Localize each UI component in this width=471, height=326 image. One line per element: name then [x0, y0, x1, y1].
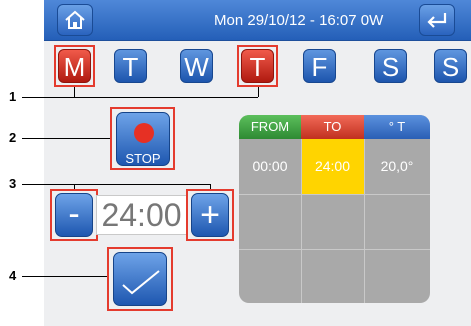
cell-to-2[interactable] [301, 249, 364, 303]
callout-line-1 [22, 97, 258, 98]
callout-number-3: 3 [9, 176, 17, 191]
cell-from-1[interactable] [239, 194, 301, 249]
cell-temp-1[interactable] [364, 194, 430, 249]
cell-temp-0[interactable]: 20,0° [364, 139, 430, 194]
day-button-sunday[interactable]: S [434, 49, 467, 83]
back-button[interactable] [419, 4, 455, 36]
checkmark-icon [122, 270, 160, 295]
cell-to-0[interactable]: 24:00 [301, 139, 364, 194]
home-button[interactable] [57, 4, 93, 36]
status-bar: Mon 29/10/12 - 16:07 0W [44, 0, 471, 41]
day-button-wednesday[interactable]: W [180, 49, 213, 83]
callout-number-1: 1 [9, 89, 17, 104]
callout-connector-1a [74, 87, 75, 97]
header-to: TO [301, 115, 364, 139]
grid-divider [301, 139, 302, 303]
stop-label: STOP [125, 151, 161, 166]
callout-line-3 [22, 184, 210, 185]
minus-button[interactable]: - [55, 193, 93, 237]
grid-divider [364, 139, 365, 303]
day-button-friday[interactable]: F [303, 49, 336, 83]
plus-button[interactable]: + [191, 193, 229, 237]
callout-number-4: 4 [9, 268, 17, 283]
cell-to-1[interactable] [301, 194, 364, 249]
record-dot-icon [134, 123, 154, 143]
callout-box-monday [54, 45, 95, 87]
callout-line-2 [22, 138, 110, 139]
cell-temp-2[interactable] [364, 249, 430, 303]
header-from: FROM [239, 115, 301, 139]
grid-divider [239, 249, 430, 250]
day-button-saturday[interactable]: S [374, 49, 407, 83]
time-display: 24:00 [96, 195, 187, 235]
cell-from-2[interactable] [239, 249, 301, 303]
header-temperature: ° T [364, 115, 430, 139]
date-time-power: Mon 29/10/12 - 16:07 0W [214, 12, 384, 29]
home-icon [65, 10, 85, 29]
stop-button[interactable]: STOP [116, 112, 170, 166]
cell-from-0[interactable]: 00:00 [239, 139, 301, 194]
grid-divider [239, 194, 430, 195]
callout-box-thursday [237, 45, 278, 87]
confirm-button[interactable] [113, 252, 167, 306]
return-arrow-icon [427, 13, 447, 28]
callout-connector-1b [258, 87, 259, 97]
schedule-table: FROM TO ° T 00:00 24:00 20,0° [239, 115, 430, 303]
day-button-tuesday[interactable]: T [114, 49, 147, 83]
callout-line-4 [22, 276, 108, 277]
callout-number-2: 2 [9, 130, 17, 145]
